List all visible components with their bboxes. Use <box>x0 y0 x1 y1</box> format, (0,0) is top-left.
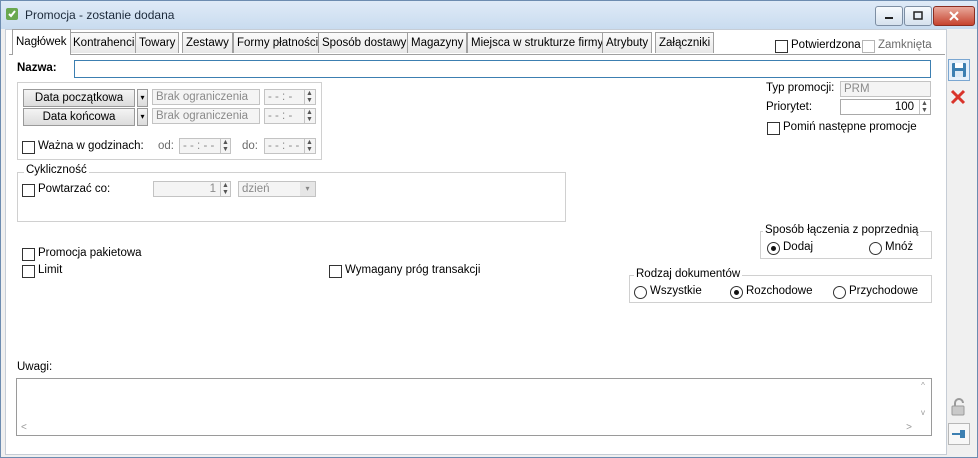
from-label: od: <box>158 140 174 152</box>
priority-spinner[interactable]: ▲ ▼ <box>919 100 929 114</box>
limit-label: Limit <box>38 264 63 276</box>
minimize-button[interactable] <box>875 6 903 26</box>
tab-sposob-dostawy[interactable]: Sposób dostawy <box>318 32 411 53</box>
doc-outgoing-label: Rozchodowe <box>746 285 813 297</box>
end-date-field: Brak ograniczenia <box>152 108 260 124</box>
lock-icon <box>951 398 965 416</box>
repeat-spinner[interactable]: ▲ ▼ <box>220 182 230 196</box>
tab-zestawy[interactable]: Zestawy <box>182 32 233 53</box>
from-time-spinner[interactable]: ▲ ▼ <box>220 139 230 153</box>
notes-horizontal-scrollbar[interactable]: < > <box>19 422 914 434</box>
doc-incoming-radio[interactable] <box>833 286 846 299</box>
to-time-spinner[interactable]: ▲ ▼ <box>304 139 314 153</box>
tab-kontrahenci[interactable]: Kontrahenci <box>69 32 139 53</box>
join-add-radio[interactable] <box>767 242 780 255</box>
name-label: Nazwa: <box>17 62 57 74</box>
start-date-field: Brak ograniczenia <box>152 89 260 105</box>
package-promo-checkbox[interactable] <box>22 248 35 261</box>
tab-towary[interactable]: Towary <box>135 32 180 53</box>
doc-incoming-label: Przychodowe <box>849 285 919 297</box>
end-date-button[interactable]: Data końcowa <box>23 108 135 126</box>
scroll-left-icon: < <box>21 422 27 433</box>
to-label: do: <box>242 140 258 152</box>
threshold-checkbox[interactable] <box>329 265 342 278</box>
join-add-label: Dodaj <box>783 241 814 253</box>
doc-outgoing-radio[interactable] <box>730 286 743 299</box>
confirmed-checkbox[interactable] <box>775 40 788 53</box>
promo-type-field: PRM <box>840 81 931 97</box>
package-promo-label: Promocja pakietowa <box>38 247 142 259</box>
repeat-checkbox[interactable] <box>22 184 35 197</box>
tab-magazyny[interactable]: Magazyny <box>407 32 468 53</box>
pin-icon <box>952 430 965 438</box>
valid-hours-checkbox[interactable] <box>22 141 35 154</box>
join-legend: Sposób łączenia z poprzednią <box>763 224 921 236</box>
to-time-value: - - : - - <box>268 140 300 152</box>
priority-label: Priorytet: <box>766 101 813 113</box>
doc-all-radio[interactable] <box>634 286 647 299</box>
save-icon <box>952 63 966 77</box>
close-icon <box>949 11 959 21</box>
title-bar: Promocja - zostanie dodana <box>1 1 977 29</box>
from-time-value: - - : - - <box>183 140 215 152</box>
repeat-label: Powtarzać co: <box>38 183 111 195</box>
pin-button[interactable] <box>948 423 970 445</box>
cycle-legend: Cykliczność <box>24 164 89 176</box>
cycle-group <box>17 172 566 222</box>
start-date-dropdown[interactable]: ▾ <box>137 89 148 107</box>
doc-all-label: Wszystkie <box>650 285 702 297</box>
app-icon <box>6 8 18 20</box>
skip-next-checkbox[interactable] <box>767 122 780 135</box>
tab-miejsca-w-strukturze[interactable]: Miejsca w strukturze firmy <box>467 32 608 53</box>
tab-formy-platnosci[interactable]: Formy płatności <box>233 32 323 53</box>
window-title: Promocja - zostanie dodana <box>25 8 175 22</box>
name-input[interactable] <box>74 60 931 78</box>
start-time-spinner[interactable]: ▲ ▼ <box>304 90 314 104</box>
priority-field[interactable]: 100 <box>840 99 931 115</box>
chevron-down-icon: ▾ <box>300 182 315 196</box>
join-multiply-label: Mnóż <box>885 241 914 253</box>
end-time-spinner[interactable]: ▲ ▼ <box>304 109 314 123</box>
end-time-value: - - : - <box>268 110 293 122</box>
doc-type-legend: Rodzaj dokumentów <box>634 268 743 280</box>
threshold-label: Wymagany próg transakcji <box>345 264 481 276</box>
scroll-right-icon: > <box>906 422 912 433</box>
delete-button[interactable] <box>948 87 970 109</box>
tab-divider <box>9 54 945 55</box>
valid-hours-label: Ważna w godzinach: <box>38 140 144 152</box>
start-time-value: - - : - <box>268 91 293 103</box>
tab-naglowek[interactable]: Nagłówek <box>12 29 71 55</box>
close-button[interactable] <box>933 6 975 26</box>
save-button[interactable] <box>948 59 970 81</box>
join-multiply-radio[interactable] <box>869 242 882 255</box>
minimize-icon <box>885 17 893 19</box>
limit-checkbox[interactable] <box>22 265 35 278</box>
start-date-button[interactable]: Data początkowa <box>23 89 135 107</box>
maximize-button[interactable] <box>904 6 932 26</box>
notes-label: Uwagi: <box>17 361 53 373</box>
tab-atrybuty[interactable]: Atrybuty <box>602 32 653 53</box>
promo-type-label: Typ promocji: <box>766 82 835 94</box>
lock-button[interactable] <box>948 397 970 419</box>
tab-zalaczniki[interactable]: Załączniki <box>655 32 715 53</box>
window: Promocja - zostanie dodana Nagłówek Kont… <box>0 0 978 458</box>
end-date-dropdown[interactable]: ▾ <box>137 108 148 126</box>
notes-vertical-scrollbar[interactable]: ^ v <box>917 381 929 419</box>
maximize-icon <box>913 11 923 20</box>
delete-icon <box>950 89 966 105</box>
closed-label: Zamknięta <box>878 39 932 51</box>
confirmed-label: Potwierdzona <box>791 39 861 51</box>
closed-checkbox <box>862 40 875 53</box>
skip-next-label: Pomiń następne promocje <box>783 121 917 133</box>
